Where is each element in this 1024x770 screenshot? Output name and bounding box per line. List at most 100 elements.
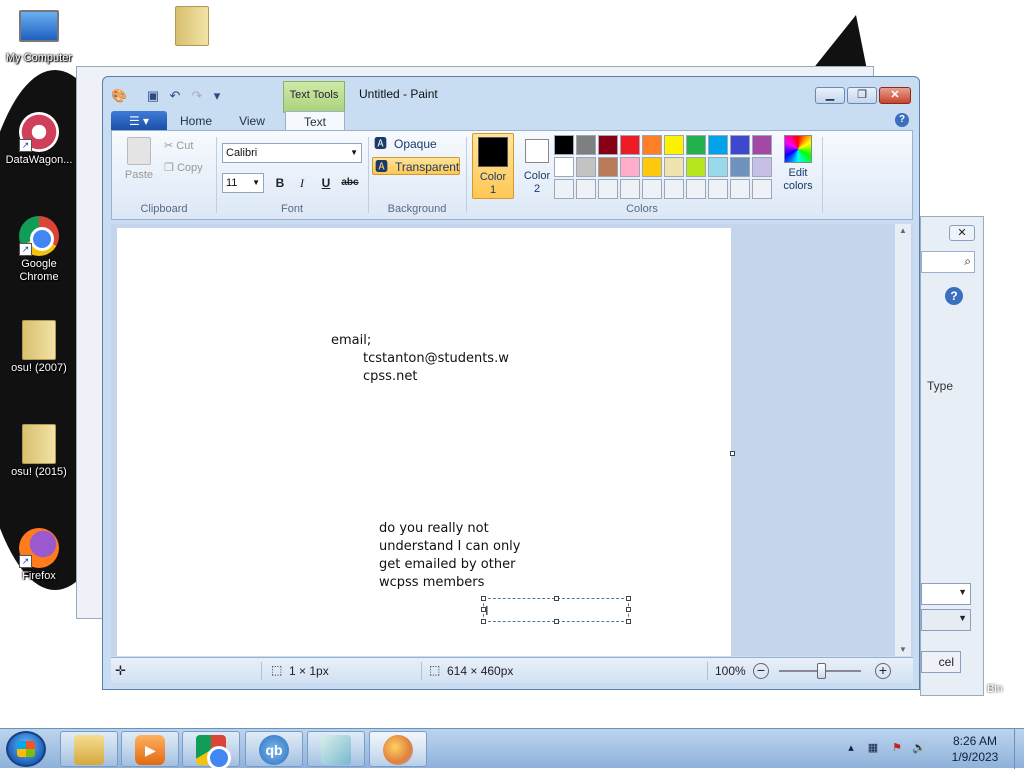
tab-view[interactable]: View bbox=[229, 111, 275, 131]
palette-swatch[interactable] bbox=[664, 157, 684, 177]
zoom-in-button[interactable]: + bbox=[875, 663, 891, 679]
minimize-button[interactable]: ▁ bbox=[815, 87, 845, 104]
customize-quick-access-icon[interactable]: ▾ bbox=[209, 88, 225, 104]
show-hidden-icons[interactable]: ▴ bbox=[844, 741, 858, 755]
paint-window[interactable]: 🎨 ▣ ↶ ↷ ▾ Text Tools Untitled - Paint ▁ … bbox=[102, 76, 920, 690]
maximize-button[interactable]: ❐ bbox=[847, 87, 877, 104]
palette-swatch[interactable] bbox=[730, 157, 750, 177]
paste-button[interactable]: Paste bbox=[122, 137, 156, 181]
type-column-header[interactable]: Type bbox=[927, 379, 953, 393]
taskbar-explorer[interactable] bbox=[60, 731, 118, 767]
paint-app-icon[interactable]: 🎨 bbox=[111, 88, 127, 104]
custom-color-slot[interactable] bbox=[642, 179, 662, 199]
palette-swatch[interactable] bbox=[752, 157, 772, 177]
zoom-slider-thumb[interactable] bbox=[817, 663, 826, 679]
color-1-button[interactable]: Color 1 bbox=[472, 133, 514, 199]
edit-colors-button[interactable]: Edit colors bbox=[778, 133, 818, 199]
resize-handle[interactable] bbox=[554, 596, 559, 601]
resize-handle[interactable] bbox=[626, 619, 631, 624]
start-button[interactable] bbox=[6, 731, 46, 767]
color-2-button[interactable]: Color 2 bbox=[516, 133, 558, 199]
custom-color-slot[interactable] bbox=[730, 179, 750, 199]
palette-swatch[interactable] bbox=[620, 157, 640, 177]
custom-color-slot[interactable] bbox=[620, 179, 640, 199]
resize-handle[interactable] bbox=[554, 619, 559, 624]
palette-swatch[interactable] bbox=[664, 135, 684, 155]
resize-handle[interactable] bbox=[626, 607, 631, 612]
palette-swatch[interactable] bbox=[642, 157, 662, 177]
taskbar-paint[interactable] bbox=[369, 731, 427, 767]
resize-handle[interactable] bbox=[481, 619, 486, 624]
palette-swatch[interactable] bbox=[576, 157, 596, 177]
show-desktop-button[interactable] bbox=[1014, 729, 1024, 769]
taskbar-qbittorrent[interactable]: qb bbox=[245, 731, 303, 767]
desktop-icon-google-chrome[interactable]: ↗ Google Chrome bbox=[1, 216, 77, 284]
tab-home[interactable]: Home bbox=[173, 111, 219, 131]
undo-icon[interactable]: ↶ bbox=[167, 88, 183, 104]
palette-swatch[interactable] bbox=[598, 135, 618, 155]
cut-button[interactable]: ✂ Cut bbox=[164, 139, 193, 152]
palette-swatch[interactable] bbox=[752, 135, 772, 155]
palette-swatch[interactable] bbox=[554, 157, 574, 177]
palette-swatch[interactable] bbox=[686, 157, 706, 177]
palette-swatch[interactable] bbox=[576, 135, 596, 155]
taskbar-chrome[interactable] bbox=[182, 731, 240, 770]
palette-swatch[interactable] bbox=[708, 135, 728, 155]
desktop-icon-osu-2015[interactable]: osu! (2015) bbox=[1, 424, 77, 479]
dropdown[interactable]: ▼ bbox=[921, 583, 971, 605]
dropdown[interactable]: ▼ bbox=[921, 609, 971, 631]
save-icon[interactable]: ▣ bbox=[145, 88, 161, 104]
transparent-option[interactable]: 🅰 Transparent bbox=[372, 157, 460, 175]
search-box[interactable]: ⌕ bbox=[921, 251, 975, 273]
background-dialog-window[interactable]: ✕ ⌕ ? Type ▼ ▼ cel Bin bbox=[920, 216, 1003, 696]
bold-button[interactable]: B bbox=[270, 173, 290, 193]
underline-button[interactable]: U bbox=[316, 173, 336, 193]
palette-swatch[interactable] bbox=[642, 135, 662, 155]
desktop-icon-firefox[interactable]: ↗ Firefox bbox=[1, 528, 77, 583]
palette-swatch[interactable] bbox=[554, 135, 574, 155]
zoom-out-button[interactable]: − bbox=[753, 663, 769, 679]
clock[interactable]: 8:26 AM 1/9/2023 bbox=[938, 733, 1012, 765]
font-size-select[interactable]: 11 ▼ bbox=[222, 173, 264, 193]
italic-button[interactable]: I bbox=[292, 173, 312, 193]
taskbar-media-player[interactable]: ▶ bbox=[121, 731, 179, 767]
drawing-canvas[interactable]: email; tcstanton@students.w cpss.net do … bbox=[117, 228, 731, 656]
paint-menu-button[interactable]: ☰ ▾ bbox=[111, 111, 167, 130]
volume-icon[interactable]: 🔊 bbox=[912, 741, 926, 755]
palette-swatch[interactable] bbox=[620, 135, 640, 155]
text-box-selection[interactable]: I bbox=[481, 596, 631, 624]
custom-color-slot[interactable] bbox=[576, 179, 596, 199]
strikethrough-button[interactable]: abc bbox=[338, 173, 362, 193]
palette-swatch[interactable] bbox=[730, 135, 750, 155]
action-center-flag-icon[interactable]: ⚑ bbox=[890, 741, 904, 755]
close-icon[interactable]: ✕ bbox=[949, 225, 975, 241]
palette-swatch[interactable] bbox=[686, 135, 706, 155]
close-button[interactable]: ✕ bbox=[879, 87, 911, 104]
help-icon[interactable]: ? bbox=[895, 113, 909, 127]
taskbar-notepad[interactable] bbox=[307, 731, 365, 767]
vertical-scrollbar[interactable]: ▲ ▼ bbox=[895, 224, 911, 656]
palette-swatch[interactable] bbox=[708, 157, 728, 177]
resize-handle[interactable] bbox=[481, 596, 486, 601]
help-icon[interactable]: ? bbox=[945, 287, 963, 305]
folder-icon[interactable] bbox=[175, 6, 209, 54]
cancel-button[interactable]: cel bbox=[921, 651, 961, 673]
custom-color-slot[interactable] bbox=[664, 179, 684, 199]
title-bar[interactable]: 🎨 ▣ ↶ ↷ ▾ Text Tools Untitled - Paint ▁ … bbox=[103, 77, 919, 113]
desktop-icon-datawagon[interactable]: ↗ DataWagon... bbox=[1, 112, 77, 167]
resize-handle[interactable] bbox=[626, 596, 631, 601]
palette-swatch[interactable] bbox=[598, 157, 618, 177]
opaque-option[interactable]: 🅰 Opaque bbox=[372, 135, 460, 153]
custom-color-slot[interactable] bbox=[554, 179, 574, 199]
copy-button[interactable]: ❐ Copy bbox=[164, 161, 203, 174]
custom-color-slot[interactable] bbox=[708, 179, 728, 199]
resize-handle[interactable] bbox=[481, 607, 486, 612]
custom-color-slot[interactable] bbox=[686, 179, 706, 199]
canvas-resize-handle[interactable] bbox=[730, 451, 735, 456]
custom-color-slot[interactable] bbox=[752, 179, 772, 199]
desktop-icon-my-computer[interactable]: My Computer bbox=[1, 10, 77, 65]
custom-color-slot[interactable] bbox=[598, 179, 618, 199]
font-family-select[interactable]: Calibri ▼ bbox=[222, 143, 362, 163]
tab-text[interactable]: Text bbox=[285, 111, 345, 131]
redo-icon[interactable]: ↷ bbox=[189, 88, 205, 104]
